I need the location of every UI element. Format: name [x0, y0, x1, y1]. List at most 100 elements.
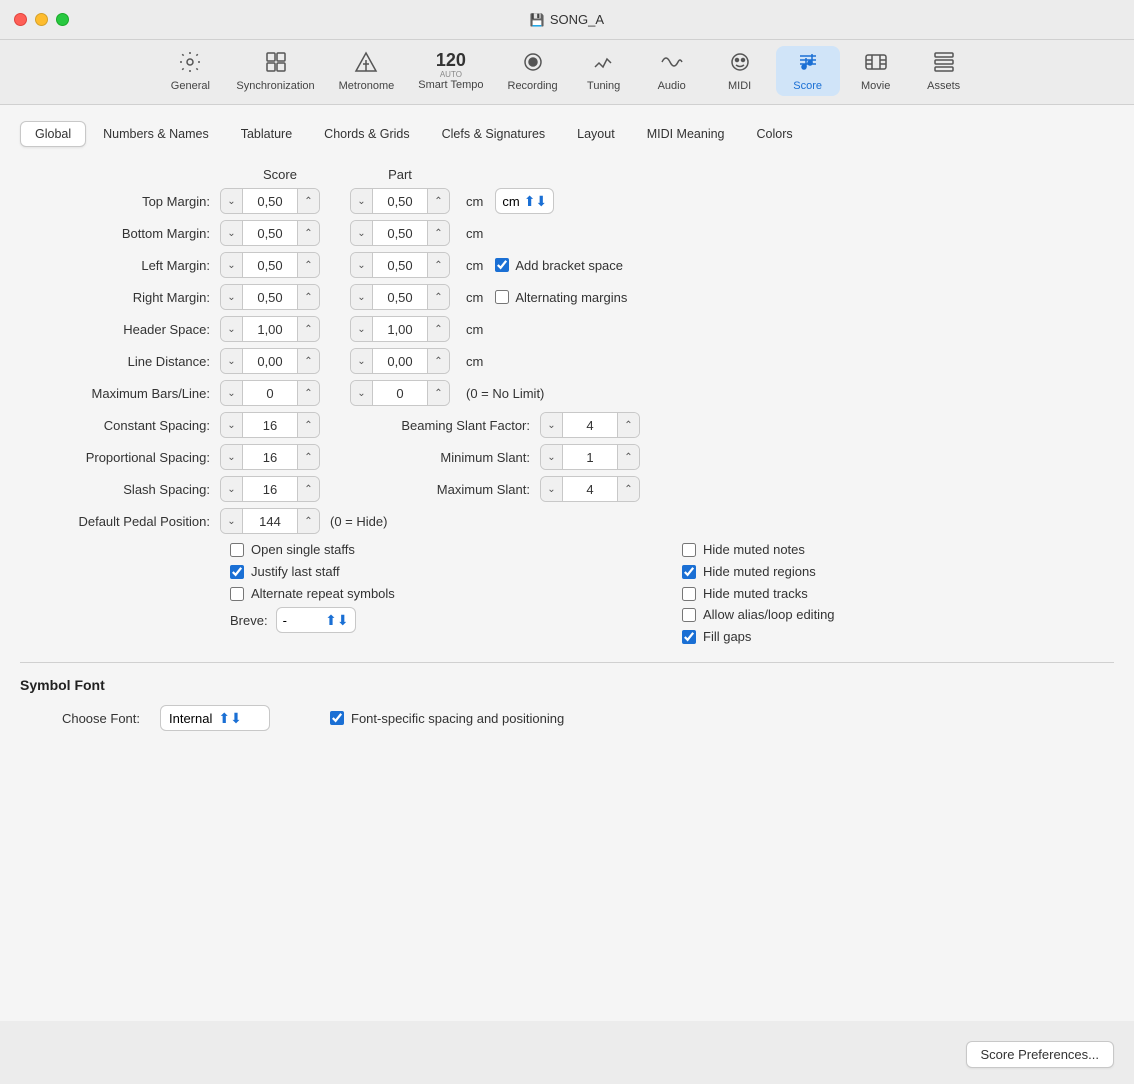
- minimum-slant-stepper[interactable]: ⌄ 1 ⌃: [540, 444, 640, 470]
- toolbar-item-tuning[interactable]: Tuning: [572, 46, 636, 96]
- document-icon: 💾: [530, 13, 545, 27]
- constant-spacing-stepper[interactable]: ⌄ 16 ⌃: [220, 412, 320, 438]
- bottom-margin-label: Bottom Margin:: [20, 226, 220, 241]
- bottom-margin-score-down[interactable]: ⌄: [221, 221, 243, 245]
- minimum-slant-col: Minimum Slant: ⌄ 1 ⌃: [340, 444, 640, 470]
- unit-selector[interactable]: cm ⬆⬇: [495, 188, 554, 214]
- recording-label: Recording: [508, 80, 558, 92]
- top-margin-part-stepper[interactable]: ⌄ 0,50 ⌃: [350, 188, 450, 214]
- toolbar-item-metronome[interactable]: Metronome: [329, 46, 405, 96]
- unit-selector-val: cm: [502, 194, 519, 209]
- top-margin-label: Top Margin:: [20, 194, 220, 209]
- top-margin-score-stepper[interactable]: ⌄ 0,50 ⌃: [220, 188, 320, 214]
- close-button[interactable]: [14, 13, 27, 26]
- breve-val: -: [283, 613, 287, 628]
- toolbar-item-assets[interactable]: Assets: [912, 46, 976, 96]
- beaming-slant-stepper[interactable]: ⌄ 4 ⌃: [540, 412, 640, 438]
- bottom-margin-part-up[interactable]: ⌃: [427, 221, 449, 245]
- left-margin-score-stepper[interactable]: ⌄ 0,50 ⌃: [220, 252, 320, 278]
- tab-colors[interactable]: Colors: [742, 121, 808, 147]
- tab-chords-grids[interactable]: Chords & Grids: [309, 121, 424, 147]
- top-margin-part-down[interactable]: ⌄: [351, 189, 373, 213]
- toolbar-item-midi[interactable]: MIDI: [708, 46, 772, 96]
- fill-gaps-checkbox[interactable]: [682, 630, 696, 644]
- hide-muted-notes-checkbox[interactable]: [682, 543, 696, 557]
- justify-last-staff-item: Justify last staff: [230, 564, 662, 579]
- alternate-repeat-symbols-checkbox[interactable]: [230, 587, 244, 601]
- proportional-spacing-stepper[interactable]: ⌄ 16 ⌃: [220, 444, 320, 470]
- metronome-label: Metronome: [339, 80, 395, 92]
- hide-muted-notes-label: Hide muted notes: [703, 542, 805, 557]
- movie-icon: [864, 50, 888, 78]
- pedal-stepper[interactable]: ⌄ 144 ⌃: [220, 508, 320, 534]
- toolbar-item-general[interactable]: General: [158, 46, 222, 96]
- beaming-slant-col: Beaming Slant Factor: ⌄ 4 ⌃: [340, 412, 640, 438]
- assets-icon: [932, 50, 956, 78]
- recording-icon: [521, 50, 545, 78]
- breve-row: Breve: - ⬆⬇: [230, 607, 662, 633]
- add-bracket-space-row: Add bracket space: [495, 258, 623, 273]
- toolbar-item-movie[interactable]: Movie: [844, 46, 908, 96]
- slash-spacing-stepper[interactable]: ⌄ 16 ⌃: [220, 476, 320, 502]
- allow-alias-checkbox[interactable]: [682, 608, 696, 622]
- open-single-staffs-checkbox[interactable]: [230, 543, 244, 557]
- max-bars-score-stepper[interactable]: ⌄ 0 ⌃: [220, 380, 320, 406]
- sync-icon: [264, 50, 288, 78]
- choose-font-label: Choose Font:: [20, 711, 140, 726]
- top-margin-part-up[interactable]: ⌃: [427, 189, 449, 213]
- maximum-slant-stepper[interactable]: ⌄ 4 ⌃: [540, 476, 640, 502]
- toolbar-item-recording[interactable]: Recording: [498, 46, 568, 96]
- right-margin-score-stepper[interactable]: ⌄ 0,50 ⌃: [220, 284, 320, 310]
- bottom-margin-row: Bottom Margin: ⌄ 0,50 ⌃ ⌄ 0,50 ⌃ cm: [20, 220, 1114, 246]
- tab-tablature[interactable]: Tablature: [226, 121, 307, 147]
- minimize-button[interactable]: [35, 13, 48, 26]
- bottom-margin-part-stepper[interactable]: ⌄ 0,50 ⌃: [350, 220, 450, 246]
- score-column-header: Score: [220, 167, 340, 182]
- breve-select[interactable]: - ⬆⬇: [276, 607, 356, 633]
- header-space-score-stepper[interactable]: ⌄ 1,00 ⌃: [220, 316, 320, 342]
- score-preferences-button[interactable]: Score Preferences...: [966, 1041, 1115, 1068]
- bottom-margin-part-down[interactable]: ⌄: [351, 221, 373, 245]
- tab-clefs-signatures[interactable]: Clefs & Signatures: [427, 121, 561, 147]
- bottom-margin-score-stepper[interactable]: ⌄ 0,50 ⌃: [220, 220, 320, 246]
- hide-muted-regions-label: Hide muted regions: [703, 564, 816, 579]
- breve-col: Breve: - ⬆⬇: [230, 607, 662, 644]
- justify-last-staff-label: Justify last staff: [251, 564, 340, 579]
- max-bars-part-stepper[interactable]: ⌄ 0 ⌃: [350, 380, 450, 406]
- movie-label: Movie: [861, 80, 890, 92]
- bottom-margin-score-up[interactable]: ⌃: [297, 221, 319, 245]
- toolbar-item-score[interactable]: Score: [776, 46, 840, 96]
- font-select[interactable]: Internal ⬆⬇: [160, 705, 270, 731]
- hide-muted-regions-checkbox[interactable]: [682, 565, 696, 579]
- assets-label: Assets: [927, 80, 960, 92]
- justify-last-staff-checkbox[interactable]: [230, 565, 244, 579]
- tuning-icon: [592, 50, 616, 78]
- tab-numbers-names[interactable]: Numbers & Names: [88, 121, 224, 147]
- tab-layout[interactable]: Layout: [562, 121, 630, 147]
- top-margin-score-up[interactable]: ⌃: [297, 189, 319, 213]
- alternating-margins-checkbox[interactable]: [495, 290, 509, 304]
- tab-global[interactable]: Global: [20, 121, 86, 147]
- toolbar-item-synchronization[interactable]: Synchronization: [226, 46, 324, 96]
- pedal-row: Default Pedal Position: ⌄ 144 ⌃ (0 = Hid…: [20, 508, 1114, 534]
- max-bars-row: Maximum Bars/Line: ⌄ 0 ⌃ ⌄ 0 ⌃ (0 = No L…: [20, 380, 1114, 406]
- toolbar-item-audio[interactable]: Audio: [640, 46, 704, 96]
- font-specific-checkbox[interactable]: [330, 711, 344, 725]
- top-margin-score-down[interactable]: ⌄: [221, 189, 243, 213]
- toolbar-item-smart-tempo[interactable]: 120AUTO Smart Tempo: [408, 47, 493, 95]
- constant-spacing-label: Constant Spacing:: [20, 418, 220, 433]
- add-bracket-space-checkbox[interactable]: [495, 258, 509, 272]
- tab-midi-meaning[interactable]: MIDI Meaning: [632, 121, 740, 147]
- window-controls[interactable]: [14, 13, 69, 26]
- maximize-button[interactable]: [56, 13, 69, 26]
- proportional-spacing-col: Proportional Spacing: ⌄ 16 ⌃: [20, 444, 340, 470]
- right-margin-part-stepper[interactable]: ⌄ 0,50 ⌃: [350, 284, 450, 310]
- top-margin-unit: cm: [460, 194, 483, 209]
- left-margin-part-stepper[interactable]: ⌄ 0,50 ⌃: [350, 252, 450, 278]
- line-distance-score-stepper[interactable]: ⌄ 0,00 ⌃: [220, 348, 320, 374]
- line-distance-part-stepper[interactable]: ⌄ 0,00 ⌃: [350, 348, 450, 374]
- hide-muted-tracks-checkbox[interactable]: [682, 587, 696, 601]
- global-settings-form: Score Part Top Margin: ⌄ 0,50 ⌃ ⌄ 0,50 ⌃…: [20, 167, 1114, 747]
- header-space-part-stepper[interactable]: ⌄ 1,00 ⌃: [350, 316, 450, 342]
- font-val: Internal: [169, 711, 212, 726]
